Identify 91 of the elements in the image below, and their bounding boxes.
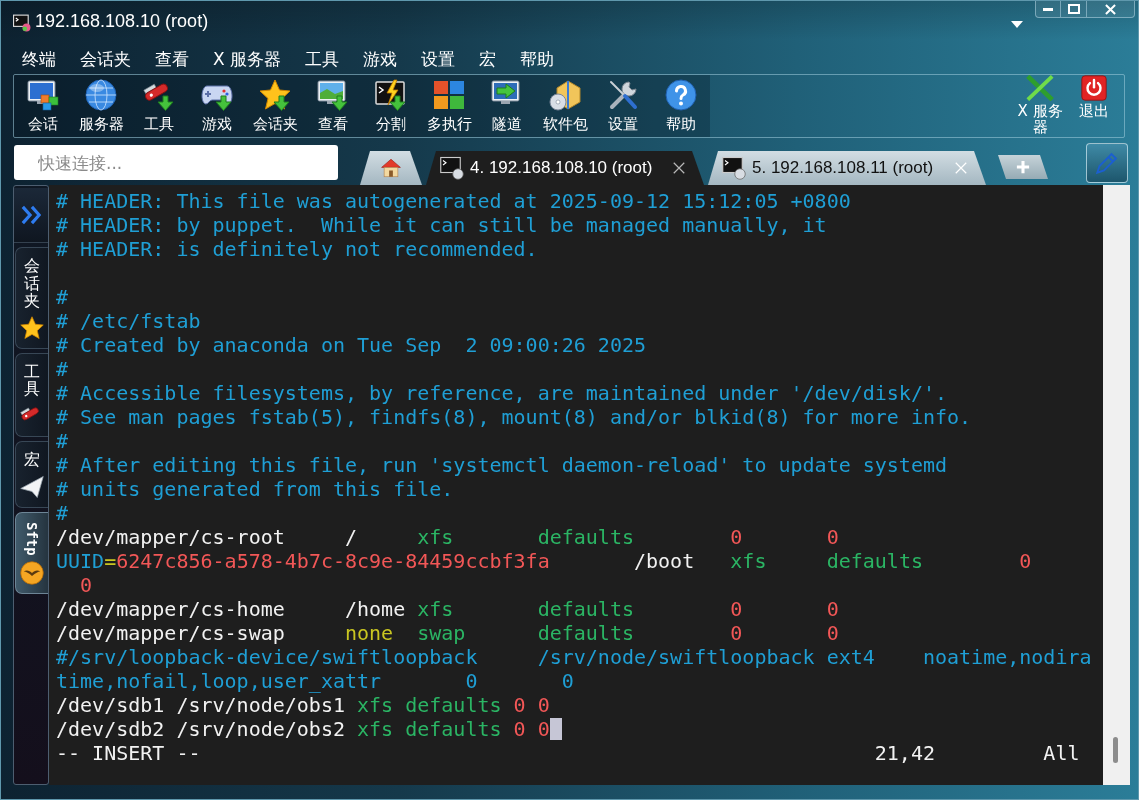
session-tab[interactable]: 5. 192.168.108.11 (root) — [708, 151, 986, 185]
pen-icon — [1095, 151, 1119, 175]
menu-item[interactable]: 会话夹 — [80, 47, 131, 71]
toolbar-button[interactable]: X 服务器 — [1013, 75, 1067, 137]
settings-icon — [607, 79, 639, 111]
tiles-icon — [433, 79, 465, 111]
menu-item[interactable]: 终端 — [22, 47, 56, 71]
plus-icon — [1016, 160, 1030, 174]
toolbar-button[interactable]: 服务器 — [72, 75, 130, 137]
terminal-line: # — [56, 429, 69, 453]
minimize-button[interactable] — [1035, 1, 1061, 18]
package-icon — [549, 79, 581, 111]
terminal-line: # Accessible filesystems, by reference, are maintained under '/dev/disk/'. — [56, 381, 948, 405]
paper-plane-icon — [20, 474, 44, 499]
monitor-icon — [27, 79, 59, 111]
toolbar-button[interactable]: 退出 — [1067, 75, 1121, 137]
lightning-icon — [375, 79, 407, 111]
landscape-monitor-icon — [317, 79, 349, 111]
new-tab-button[interactable] — [998, 155, 1048, 179]
emblem-icon — [20, 561, 44, 586]
toolbar-button[interactable]: 分割 — [362, 75, 420, 137]
terminal-line: /dev/mapper/cs-swap none swap defaults 0 0 — [56, 621, 839, 645]
menu-item[interactable]: 游戏 — [363, 47, 398, 71]
terminal-line: # — [56, 285, 69, 309]
maximize-button[interactable] — [1061, 1, 1087, 18]
close-icon — [1105, 3, 1116, 15]
menu-item[interactable]: X 服务器 — [213, 47, 282, 71]
menu-item[interactable]: 工具 — [305, 47, 340, 71]
terminal-line: # — [56, 357, 69, 381]
scrollbar[interactable] — [1103, 185, 1130, 785]
scrollbar-thumb[interactable] — [1112, 737, 1118, 763]
toolbar-button[interactable]: 查看 — [304, 75, 362, 137]
maximize-icon — [1067, 4, 1080, 14]
terminal-line: /dev/sdb2 /srv/node/obs2 xfs defaults 0 0 — [56, 717, 562, 741]
terminal-line: UUID=6247c856-a578-4b7c-8c9e-84459ccbf3fa /boot xfs defaults 0 — [56, 549, 1032, 573]
menu-item[interactable]: 设置 — [421, 47, 456, 71]
terminal-line: # /etc/fstab — [56, 309, 201, 333]
terminal-line: # See man pages fstab(5), findfs(8), mount(8) and/or blkid(8) for more info. — [56, 405, 972, 429]
toolbar-button[interactable]: 软件包 — [536, 75, 594, 137]
dropdown-arrow-icon[interactable] — [1011, 21, 1023, 28]
sidebar-tab[interactable]: 宏 — [15, 440, 48, 508]
menu-item[interactable]: 宏 — [479, 47, 497, 71]
help-icon — [665, 79, 697, 111]
window-title: 192.168.108.10 (root) — [35, 11, 209, 32]
terminal-line: time,nofail,loop,user_xattr 0 0 — [56, 669, 574, 693]
sidebar-tab[interactable]: 会话夹 — [15, 247, 48, 349]
toolbar-button[interactable]: 帮助 — [652, 75, 710, 137]
toolbar-button[interactable]: 隧道 — [478, 75, 536, 137]
home-icon — [380, 158, 402, 178]
quick-connect-field[interactable]: 快速连接... — [14, 145, 338, 180]
terminal-line: # units generated from this file. — [56, 477, 454, 501]
toolbar-button[interactable]: 会话夹 — [246, 75, 304, 137]
cursor-position: 21,42 — [874, 741, 935, 765]
terminal-icon — [440, 156, 464, 180]
menu-item[interactable]: 查看 — [155, 47, 189, 71]
terminal-line: # Created by anaconda on Tue Sep 2 09:00:26 2025 — [56, 333, 646, 357]
terminal-line: 0 — [79, 573, 93, 597]
text-cursor — [549, 718, 562, 740]
terminal-line: /dev/mapper/cs-home /home xfs defaults 0 0 — [56, 597, 839, 621]
terminal-line: # HEADER: is definitely not recommended. — [56, 237, 538, 261]
toolbar-button[interactable]: 多执行 — [420, 75, 478, 137]
toolbar-button[interactable]: 设置 — [594, 75, 652, 137]
expand-sidebar-button[interactable] — [14, 188, 48, 243]
power-icon — [1079, 75, 1109, 101]
terminal-line: # — [56, 501, 69, 525]
vim-mode-indicator: -- INSERT -- — [56, 741, 201, 765]
scroll-position: All — [1043, 741, 1080, 765]
close-button[interactable] — [1087, 1, 1135, 18]
session-tab[interactable]: 4. 192.168.108.10 (root) — [426, 151, 704, 185]
toolbar-button[interactable]: 会话 — [14, 75, 72, 137]
terminal-line: # HEADER: This file was autogenerated at 2025-09-12 15:12:05 +0800 — [56, 189, 851, 213]
close-icon[interactable] — [672, 161, 686, 175]
terminal-line: # After editing this file, run 'systemctl daemon-reload' to update systemd — [56, 453, 948, 477]
globe-icon — [85, 79, 117, 111]
pen-button[interactable] — [1086, 143, 1128, 183]
terminal-line: /dev/sdb1 /srv/node/obs1 xfs defaults 0 0 — [56, 693, 550, 717]
star-icon — [20, 315, 44, 340]
app-icon — [13, 14, 31, 32]
star-icon — [259, 79, 291, 111]
terminal-icon — [722, 156, 746, 180]
terminal-line: # HEADER: by puppet. While it can still be managed manually, it — [56, 213, 827, 237]
x-logo-icon — [1025, 75, 1055, 101]
terminal-line: /dev/mapper/cs-root / xfs defaults 0 0 — [56, 525, 839, 549]
sidebar-tab[interactable]: 工具 — [15, 352, 48, 437]
toolbar-button[interactable]: 游戏 — [188, 75, 246, 137]
toolbar-button[interactable]: 工具 — [130, 75, 188, 137]
menu-item[interactable]: 帮助 — [520, 47, 555, 71]
double-chevron-icon — [21, 204, 41, 226]
sidebar-tab[interactable]: Sftp — [15, 511, 48, 595]
terminal-line: #/srv/loopback-device/swiftloopback /srv/node/swiftloopback ext4 noatime,nodira — [56, 645, 1092, 669]
minimize-icon — [1043, 7, 1053, 11]
